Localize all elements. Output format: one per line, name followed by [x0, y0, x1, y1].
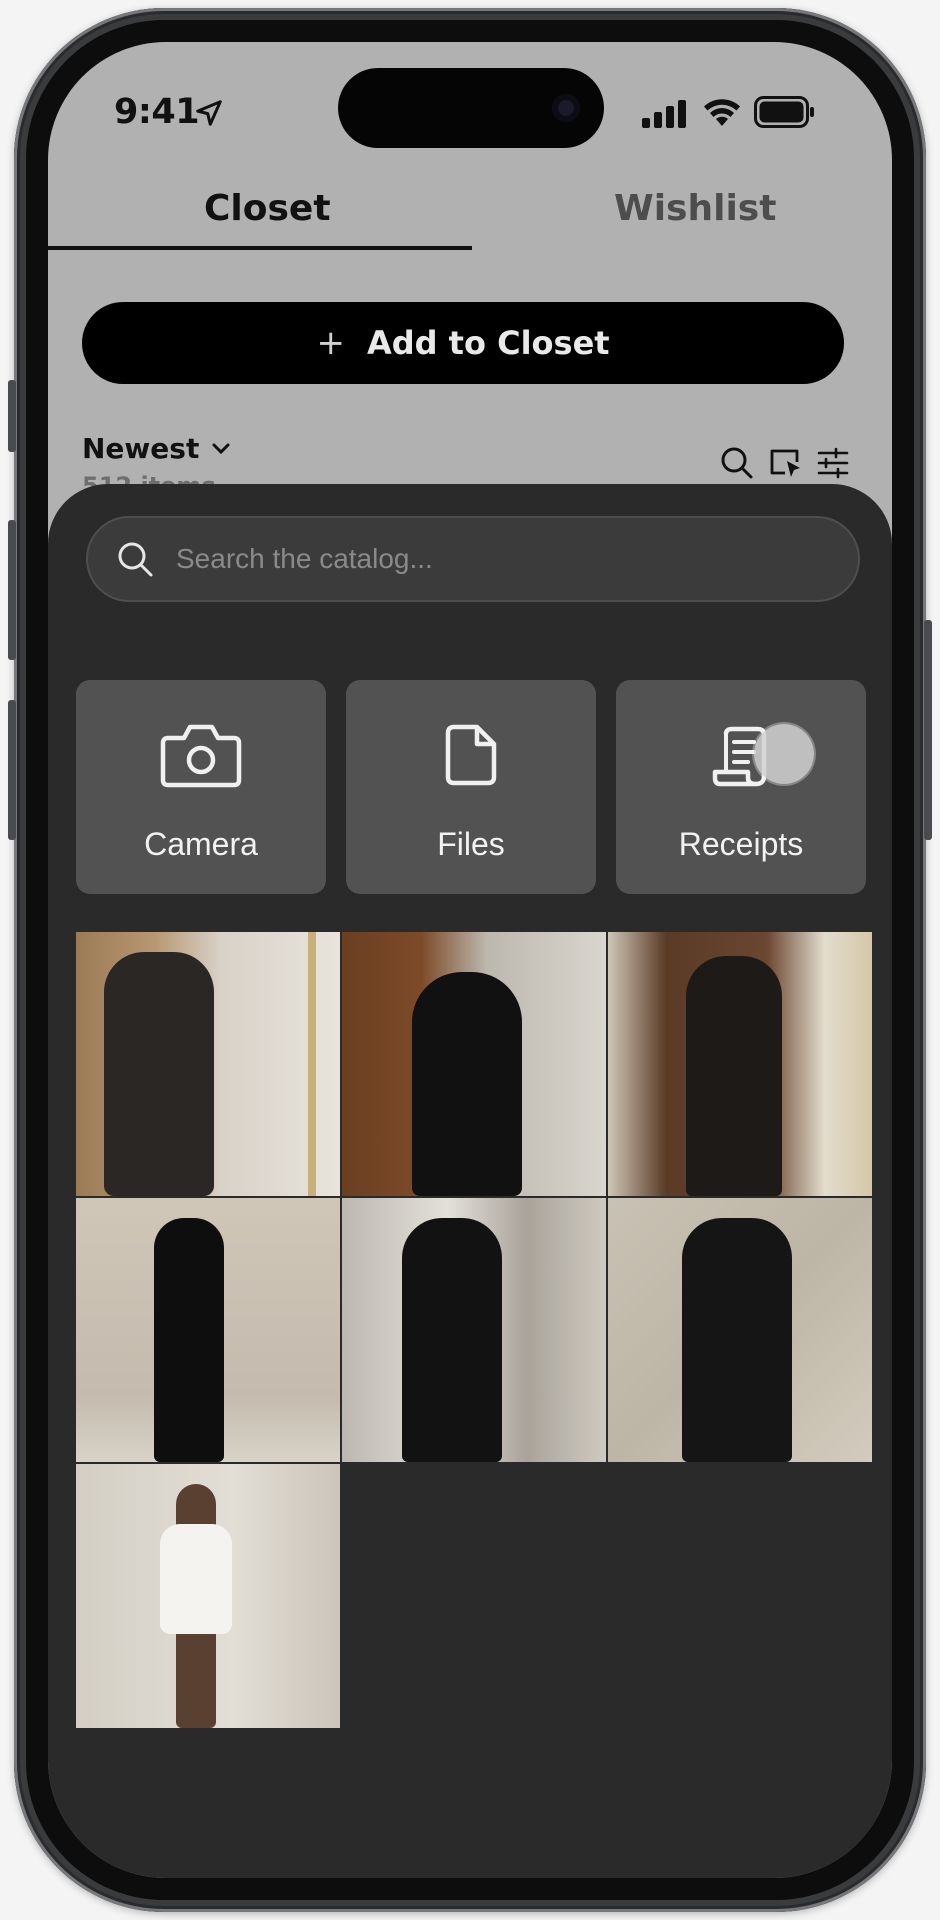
photo-dress	[160, 1524, 232, 1634]
power-button	[924, 620, 932, 840]
wifi-icon	[704, 99, 740, 126]
photo-figure	[104, 952, 214, 1196]
sort-dropdown[interactable]: Newest	[82, 432, 231, 465]
closet-photo-1[interactable]	[76, 932, 340, 1196]
tab-wishlist[interactable]: Wishlist	[614, 188, 776, 229]
receipts-label: Receipts	[678, 826, 804, 862]
active-tab-indicator	[48, 246, 472, 250]
photo-figure	[402, 1218, 502, 1462]
catalog-search-input[interactable]: Search the catalog...	[86, 516, 860, 602]
receipts-button[interactable]: Receipts	[616, 680, 866, 894]
dynamic-island	[338, 68, 604, 148]
screen: 9:41 Closet Wishlist + Add to Closet New…	[48, 42, 892, 1878]
closet-photo-7[interactable]	[76, 1464, 340, 1728]
battery-icon	[754, 96, 814, 128]
photo-figure	[154, 1218, 224, 1462]
sort-label: Newest	[82, 432, 200, 465]
camera-button[interactable]: Camera	[76, 680, 326, 894]
tab-closet[interactable]: Closet	[204, 188, 331, 229]
camera-label: Camera	[144, 826, 258, 862]
photo-figure	[686, 956, 782, 1196]
photo-figure	[412, 972, 522, 1196]
search-icon	[118, 542, 153, 577]
filter-icon[interactable]	[816, 446, 850, 480]
search-placeholder: Search the catalog...	[176, 543, 433, 574]
chevron-down-icon	[212, 443, 230, 454]
photo-figure	[682, 1218, 792, 1462]
closet-photo-2[interactable]	[342, 932, 606, 1196]
closet-photo-6[interactable]	[608, 1198, 872, 1462]
closet-photo-3[interactable]	[608, 932, 872, 1196]
action-button	[8, 380, 16, 452]
select-icon[interactable]	[768, 446, 802, 480]
files-label: Files	[437, 826, 505, 862]
closet-photo-4[interactable]	[76, 1198, 340, 1462]
front-camera	[552, 94, 580, 122]
closet-photo-5[interactable]	[342, 1198, 606, 1462]
add-to-closet-button[interactable]: + Add to Closet	[82, 302, 844, 384]
cellular-signal-icon	[642, 100, 686, 128]
add-to-closet-label: Add to Closet	[366, 324, 610, 362]
plus-icon: +	[316, 323, 345, 363]
photo-mirror	[308, 932, 316, 1196]
search-icon[interactable]	[720, 446, 754, 480]
files-button[interactable]: Files	[346, 680, 596, 894]
location-arrow-icon	[196, 100, 222, 126]
file-icon	[445, 724, 497, 786]
add-item-sheet: Search the catalog... Camera Files Recei…	[48, 484, 892, 1878]
volume-up-button	[8, 520, 16, 660]
camera-icon	[160, 724, 242, 788]
volume-down-button	[8, 700, 16, 840]
touch-indicator	[754, 724, 814, 784]
status-time: 9:41	[114, 92, 200, 132]
